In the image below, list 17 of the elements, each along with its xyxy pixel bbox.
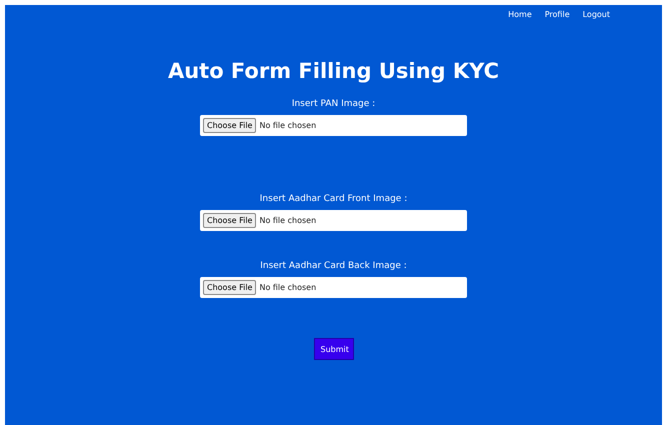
field-label: Insert Aadhar Card Front Image : — [260, 194, 408, 204]
field-label: Insert Aadhar Card Back Image : — [260, 261, 407, 271]
field-label: Insert PAN Image : — [292, 99, 376, 109]
page-title: Auto Form Filling Using KYC — [168, 59, 500, 83]
file-status: No file chosen — [259, 121, 316, 130]
file-status: No file chosen — [259, 283, 316, 292]
nav-link[interactable]: Profile — [544, 10, 570, 19]
file-input[interactable]: Choose File No file chosen — [200, 115, 467, 136]
nav-link[interactable]: Home — [508, 10, 532, 19]
choose-file-button[interactable]: Choose File — [203, 280, 256, 295]
nav-link[interactable]: Logout — [582, 10, 610, 19]
file-input[interactable]: Choose File No file chosen — [200, 210, 467, 231]
file-input[interactable]: Choose File No file chosen — [200, 277, 467, 298]
submit-button[interactable]: Submit — [314, 338, 354, 360]
choose-file-button[interactable]: Choose File — [203, 213, 256, 228]
choose-file-button[interactable]: Choose File — [203, 118, 256, 133]
file-status: No file chosen — [259, 216, 316, 225]
